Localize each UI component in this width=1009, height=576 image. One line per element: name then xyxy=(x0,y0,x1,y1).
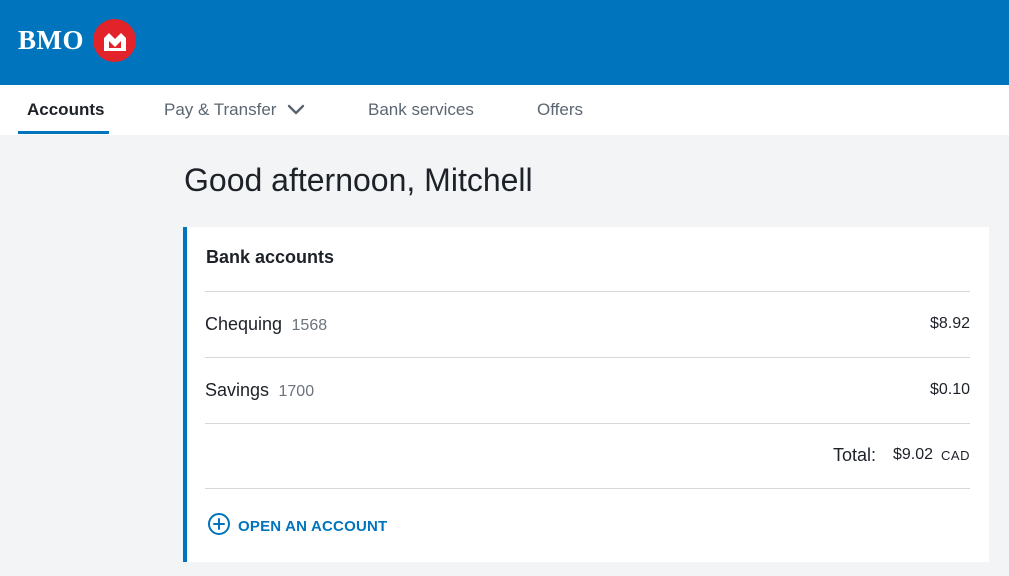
account-row-chequing[interactable]: Chequing 1568 $8.92 xyxy=(205,292,970,356)
nav-tab-bank-services[interactable]: Bank services xyxy=(368,85,474,135)
account-balance: $0.10 xyxy=(929,381,970,398)
card-title: Bank accounts xyxy=(206,247,335,267)
nav-tab-pay-transfer-label: Pay & Transfer xyxy=(164,100,277,119)
brand-wordmark: BMO xyxy=(18,25,84,55)
account-label: Chequing 1568 xyxy=(205,314,327,335)
open-account-button[interactable]: OPEN AN ACCOUNT xyxy=(207,512,387,541)
main-nav: Accounts Pay & Transfer Bank services Of… xyxy=(0,85,1009,135)
nav-tab-accounts-label: Accounts xyxy=(27,100,105,119)
divider xyxy=(205,488,970,489)
nav-tab-pay-transfer[interactable]: Pay & Transfer xyxy=(164,85,305,135)
account-number: 1700 xyxy=(278,382,315,400)
account-name: Savings xyxy=(205,379,270,400)
nav-tab-offers-label: Offers xyxy=(537,100,583,119)
open-account-label: OPEN AN ACCOUNT xyxy=(238,518,388,535)
chevron-down-icon xyxy=(287,100,305,120)
nav-tab-bank-services-label: Bank services xyxy=(368,100,474,119)
nav-tab-offers[interactable]: Offers xyxy=(537,85,583,135)
total-row: Total: $9.02 CAD xyxy=(205,423,970,487)
total-label: Total: xyxy=(832,444,876,465)
account-row-savings[interactable]: Savings 1700 $0.10 xyxy=(205,358,970,422)
total-currency: CAD xyxy=(941,447,970,463)
plus-circle-icon xyxy=(207,512,231,541)
active-tab-indicator xyxy=(18,131,109,134)
top-banner: BMO xyxy=(0,0,1009,85)
account-name: Chequing xyxy=(205,313,283,334)
bmo-mark-icon xyxy=(93,19,136,62)
nav-tab-accounts[interactable]: Accounts xyxy=(27,85,104,135)
page-greeting: Good afternoon, Mitchell xyxy=(184,162,533,198)
total-value: $9.02 xyxy=(893,446,934,463)
bmo-logo[interactable]: BMO xyxy=(18,19,136,62)
account-label: Savings 1700 xyxy=(205,380,314,401)
account-balance: $8.92 xyxy=(929,315,970,332)
bank-accounts-card: Bank accounts Chequing 1568 $8.92 Saving… xyxy=(183,227,989,562)
account-number: 1568 xyxy=(291,316,328,334)
